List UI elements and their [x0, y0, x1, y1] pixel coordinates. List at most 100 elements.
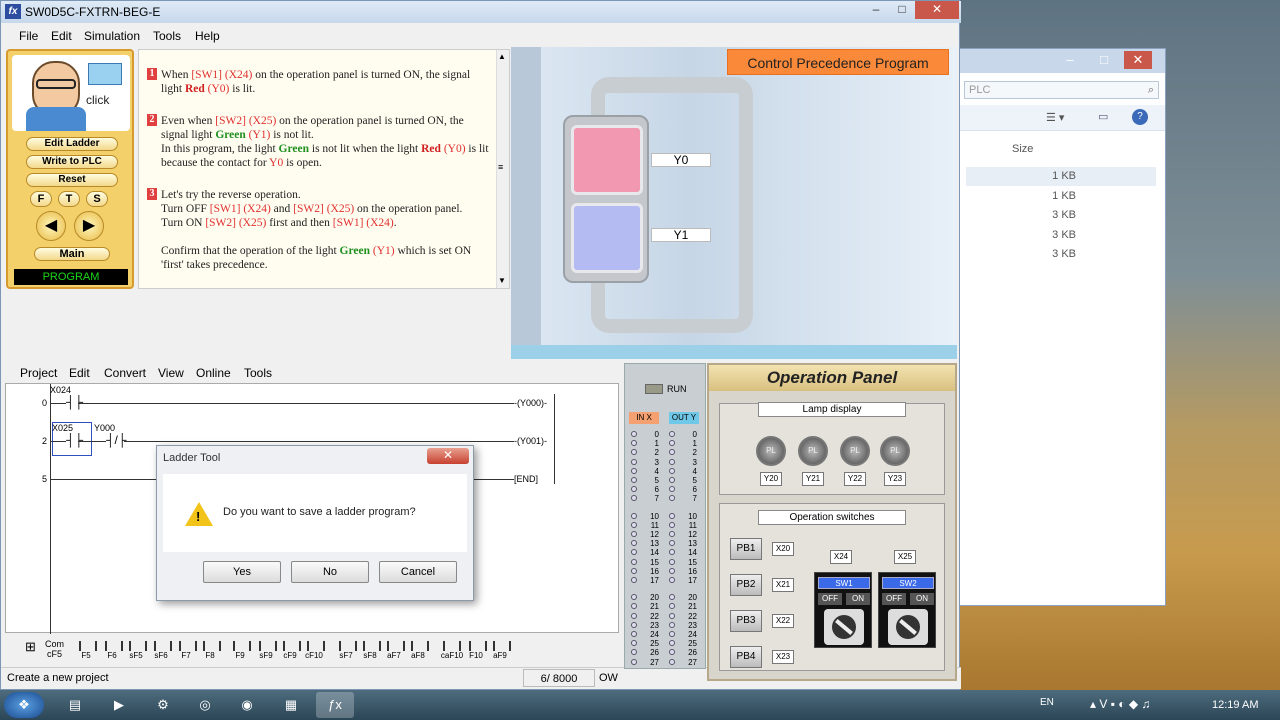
instruction-step-2: 2 Even when [SW2] (X25) on the operation…	[147, 114, 489, 170]
rung-wire	[78, 441, 106, 442]
menu-simulation[interactable]: Simulation	[84, 29, 140, 43]
menu-help[interactable]: Help	[195, 29, 220, 43]
menu-tools[interactable]: Tools	[153, 29, 181, 43]
app-taskbar-icon[interactable]: ◎	[186, 692, 224, 718]
prev-arrow-button[interactable]: ◀	[36, 211, 66, 241]
dialog-close-button[interactable]: ✕	[427, 448, 469, 464]
fx-trainer-taskbar-icon[interactable]: ƒx	[316, 692, 354, 718]
start-button[interactable]: ❖	[4, 692, 44, 718]
notepad-taskbar-icon[interactable]: ▦	[272, 692, 310, 718]
tool-button[interactable]: sF5	[125, 637, 147, 663]
no-contact-x024[interactable]: ┤├	[66, 395, 83, 409]
menu-file[interactable]: File	[19, 29, 38, 43]
scroll-up-icon[interactable]: ▲	[498, 52, 506, 61]
next-arrow-button[interactable]: ▶	[74, 211, 104, 241]
file-row[interactable]: 3 KB	[966, 245, 1156, 264]
no-contact-x025[interactable]: ┤├	[66, 433, 83, 447]
no-button[interactable]: No	[291, 561, 369, 583]
maximize-button[interactable]: □	[889, 1, 915, 19]
scroll-thumb-icon[interactable]: ≡	[498, 162, 503, 172]
close-button[interactable]: ✕	[915, 1, 959, 19]
sw1-dial-icon[interactable]	[824, 609, 864, 645]
close-icon[interactable]: ✕	[1124, 51, 1152, 69]
reset-button[interactable]: Reset	[26, 173, 118, 187]
tool-button[interactable]: sF6	[150, 637, 172, 663]
view-options-icon[interactable]: ☰ ▾	[1046, 111, 1064, 124]
sw2-selector-switch[interactable]: SW2 OFF ON	[878, 572, 936, 648]
app-taskbar-icon[interactable]: ⚙	[144, 692, 182, 718]
sw2-dial-icon[interactable]	[888, 609, 928, 645]
minimize-button[interactable]: –	[863, 1, 889, 19]
chrome-taskbar-icon[interactable]: ◉	[228, 692, 266, 718]
tool-button[interactable]: caF10	[439, 637, 465, 663]
pb4-button[interactable]: PB4	[730, 646, 762, 668]
tray-icons[interactable]: ▴ V ▪ ◐ ◆ ♫	[1090, 697, 1150, 711]
comment-tool-button[interactable]: Com cF5	[45, 639, 64, 659]
scroll-down-icon[interactable]: ▼	[498, 276, 506, 285]
ladder-menu-convert[interactable]: Convert	[104, 366, 146, 380]
file-row[interactable]: 3 KB	[966, 226, 1156, 245]
size-column-header[interactable]: Size	[1012, 143, 1033, 155]
tool-button[interactable]: F6	[101, 637, 123, 663]
nc-contact-y000[interactable]: ┤/├	[106, 433, 126, 447]
input-led	[631, 658, 637, 665]
language-indicator[interactable]: EN	[1040, 697, 1054, 708]
ladder-menu-project[interactable]: Project	[20, 366, 57, 380]
media-player-taskbar-icon[interactable]: ▶	[100, 692, 138, 718]
ladder-menu-view[interactable]: View	[158, 366, 184, 380]
ladder-menu-tools[interactable]: Tools	[244, 366, 272, 380]
yes-button[interactable]: Yes	[203, 561, 281, 583]
help-icon[interactable]: ?	[1132, 109, 1148, 125]
tool-button[interactable]: F10	[465, 637, 487, 663]
f-button[interactable]: F	[30, 191, 52, 207]
file-row[interactable]: 3 KB	[966, 206, 1156, 225]
write-to-plc-button[interactable]: Write to PLC	[26, 155, 118, 169]
pb3-button[interactable]: PB3	[730, 610, 762, 632]
preview-pane-icon[interactable]: ▭	[1098, 110, 1108, 123]
maximize-icon[interactable]: □	[1090, 51, 1118, 69]
tool-button[interactable]: aF9	[489, 637, 511, 663]
cancel-button[interactable]: Cancel	[379, 561, 457, 583]
tool-button[interactable]: aF8	[407, 637, 429, 663]
coil-y000[interactable]: -(Y000)-	[514, 398, 547, 408]
minimize-icon[interactable]: –	[1056, 51, 1084, 69]
s-button[interactable]: S	[86, 191, 108, 207]
instruction-scrollbar[interactable]: ▲ ≡ ▼	[496, 50, 509, 288]
green-signal-light	[571, 203, 643, 273]
menu-edit[interactable]: Edit	[51, 29, 72, 43]
instruction-confirm: Confirm that the operation of the light …	[161, 245, 472, 271]
pb1-button[interactable]: PB1	[730, 538, 762, 560]
ladder-menu-online[interactable]: Online	[196, 366, 231, 380]
explorer-window[interactable]: – □ ✕ PLC ⌕ ☰ ▾ ▭ ? Size 1 KB 1 KB 3 KB 3…	[955, 48, 1166, 606]
io-row: 66	[629, 485, 701, 494]
tool-button[interactable]: F7	[175, 637, 197, 663]
tool-button[interactable]: sF7	[335, 637, 357, 663]
coil-y001[interactable]: -(Y001)-	[514, 436, 547, 446]
io-row: 25 25	[629, 639, 701, 648]
tool-button[interactable]: aF7	[383, 637, 405, 663]
file-row[interactable]: 1 KB	[966, 187, 1156, 206]
t-button[interactable]: T	[58, 191, 80, 207]
sw1-selector-switch[interactable]: SW1 OFF ON	[814, 572, 872, 648]
ladder-menu-edit[interactable]: Edit	[69, 366, 90, 380]
tool-button[interactable]: sF9	[255, 637, 277, 663]
pb2-button[interactable]: PB2	[730, 574, 762, 596]
explorer-titlebar[interactable]: – □ ✕	[956, 49, 1165, 73]
end-instruction[interactable]: [END]	[514, 474, 538, 484]
toolbar-icon[interactable]: ⊞	[25, 639, 36, 655]
clock[interactable]: 12:19 AM	[1212, 699, 1258, 711]
output-number: 21	[688, 602, 697, 612]
main-button[interactable]: Main	[34, 247, 110, 261]
tool-button[interactable]: cF10	[303, 637, 325, 663]
window-titlebar[interactable]: fx SW0D5C-FXTRN-BEG-E – □ ✕	[1, 1, 961, 23]
tool-button[interactable]: cF9	[279, 637, 301, 663]
explorer-taskbar-icon[interactable]: ▤	[56, 692, 94, 718]
tool-button[interactable]: F5	[75, 637, 97, 663]
input-led	[631, 558, 637, 565]
tool-button[interactable]: F9	[229, 637, 251, 663]
tool-button[interactable]: F8	[199, 637, 221, 663]
explorer-search-input[interactable]: PLC ⌕	[964, 81, 1159, 99]
file-row[interactable]: 1 KB	[966, 167, 1156, 186]
tool-button[interactable]: sF8	[359, 637, 381, 663]
edit-ladder-button[interactable]: Edit Ladder	[26, 137, 118, 151]
